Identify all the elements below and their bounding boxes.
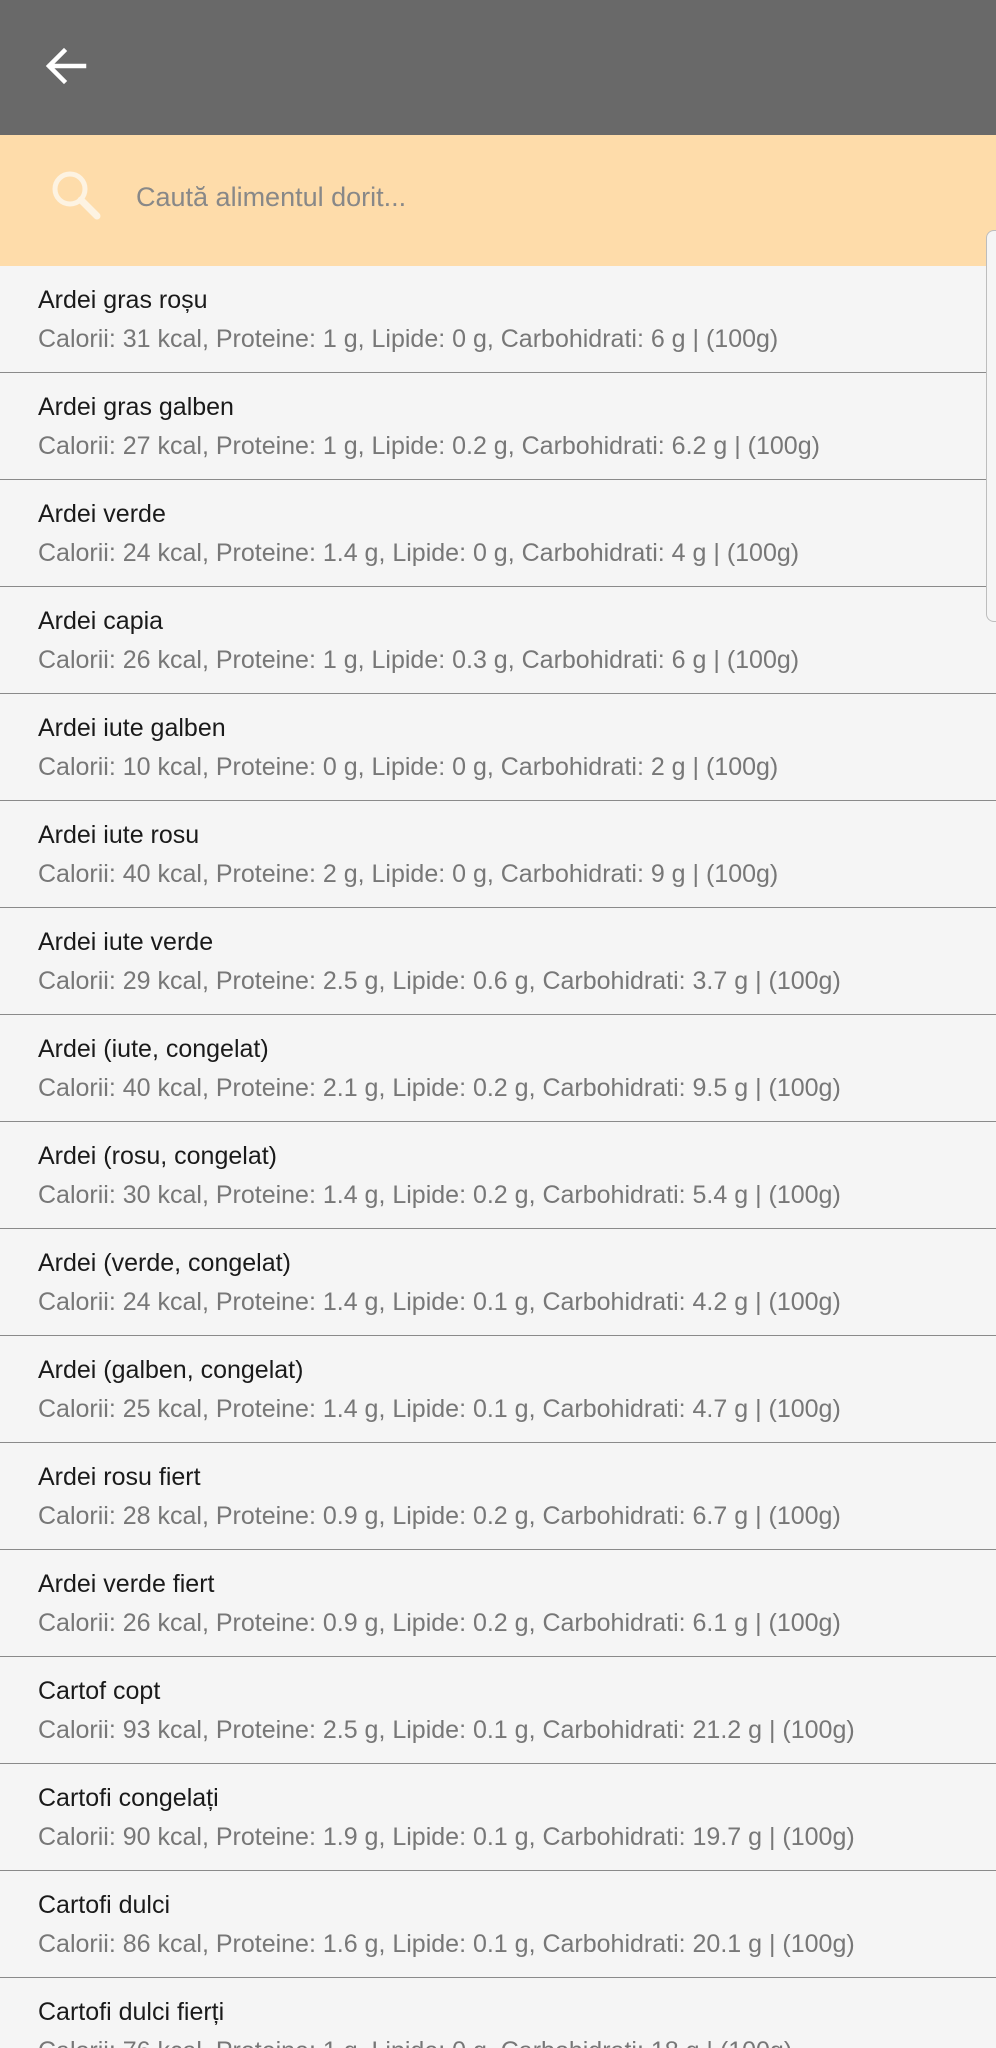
food-name: Cartofi dulci fierți bbox=[38, 1998, 225, 2026]
food-nutrition-info: Calorii: 40 kcal, Proteine: 2 g, Lipide:… bbox=[38, 860, 779, 888]
food-name: Ardei (rosu, congelat) bbox=[38, 1142, 278, 1170]
food-name: Ardei gras roșu bbox=[38, 286, 208, 314]
search-icon bbox=[52, 171, 101, 220]
food-nutrition-info: Calorii: 24 kcal, Proteine: 1.4 g, Lipid… bbox=[38, 539, 800, 567]
list-item[interactable]: Ardei gras galben Calorii: 27 kcal, Prote… bbox=[0, 373, 996, 480]
list-item[interactable]: Ardei rosu fiert Calorii: 28 kcal, Protei… bbox=[0, 1443, 996, 1550]
food-nutrition-info: Calorii: 90 kcal, Proteine: 1.9 g, Lipid… bbox=[38, 1823, 855, 1851]
food-nutrition-info: Calorii: 40 kcal, Proteine: 2.1 g, Lipid… bbox=[38, 1074, 841, 1102]
food-nutrition-info: Calorii: 76 kcal, Proteine: 1 g, Lipide:… bbox=[38, 2037, 792, 2048]
food-name: Cartofi dulci bbox=[38, 1891, 170, 1919]
food-nutrition-info: Calorii: 86 kcal, Proteine: 1.6 g, Lipid… bbox=[38, 1930, 855, 1958]
list-item[interactable]: Ardei (iute, congelat) Calorii: 40 kcal, … bbox=[0, 1015, 996, 1122]
food-name: Cartofi congelați bbox=[38, 1784, 219, 1812]
list-item[interactable]: Cartofi dulci Calorii: 86 kcal, Proteine:… bbox=[0, 1871, 996, 1978]
food-list[interactable]: Ardei gras roșu Calorii: 31 kcal, Protein… bbox=[0, 266, 996, 2048]
list-item[interactable]: Ardei (rosu, congelat) Calorii: 30 kcal, … bbox=[0, 1122, 996, 1229]
food-nutrition-info: Calorii: 29 kcal, Proteine: 2.5 g, Lipid… bbox=[38, 967, 841, 995]
search-input[interactable] bbox=[132, 161, 960, 233]
list-item[interactable]: Ardei capia Calorii: 26 kcal, Proteine: 1… bbox=[0, 587, 996, 694]
list-item[interactable]: Ardei iute rosu Calorii: 40 kcal, Protein… bbox=[0, 801, 996, 908]
search-bar bbox=[0, 135, 996, 266]
list-item[interactable]: Cartofi dulci fierți Calorii: 76 kcal, Pr… bbox=[0, 1978, 996, 2048]
food-name: Ardei capia bbox=[38, 607, 164, 635]
food-nutrition-info: Calorii: 27 kcal, Proteine: 1 g, Lipide:… bbox=[38, 432, 820, 460]
list-item[interactable]: Ardei iute verde Calorii: 29 kcal, Protei… bbox=[0, 908, 996, 1015]
app-bar bbox=[0, 0, 996, 135]
food-name: Ardei gras galben bbox=[38, 393, 234, 421]
food-name: Ardei iute rosu bbox=[38, 821, 200, 849]
arrow-left-icon bbox=[45, 47, 87, 85]
list-item[interactable]: Ardei gras roșu Calorii: 31 kcal, Protein… bbox=[0, 266, 996, 373]
food-name: Ardei iute verde bbox=[38, 928, 214, 956]
food-nutrition-info: Calorii: 25 kcal, Proteine: 1.4 g, Lipid… bbox=[38, 1395, 841, 1423]
list-item[interactable]: Ardei iute galben Calorii: 10 kcal, Prote… bbox=[0, 694, 996, 801]
list-item[interactable]: Cartof copt Calorii: 93 kcal, Proteine: 2… bbox=[0, 1657, 996, 1764]
list-item[interactable]: Cartofi congelați Calorii: 90 kcal, Prote… bbox=[0, 1764, 996, 1871]
food-name: Ardei (verde, congelat) bbox=[38, 1249, 291, 1277]
food-name: Cartof copt bbox=[38, 1677, 161, 1705]
list-item[interactable]: Ardei (galben, congelat) Calorii: 25 kcal… bbox=[0, 1336, 996, 1443]
food-nutrition-info: Calorii: 26 kcal, Proteine: 1 g, Lipide:… bbox=[38, 646, 800, 674]
back-button[interactable] bbox=[30, 30, 102, 102]
food-nutrition-info: Calorii: 28 kcal, Proteine: 0.9 g, Lipid… bbox=[38, 1502, 841, 1530]
food-name: Ardei (galben, congelat) bbox=[38, 1356, 304, 1384]
food-name: Ardei iute galben bbox=[38, 714, 226, 742]
food-nutrition-info: Calorii: 31 kcal, Proteine: 1 g, Lipide:… bbox=[38, 325, 779, 353]
food-name: Ardei verde bbox=[38, 500, 166, 528]
food-nutrition-info: Calorii: 93 kcal, Proteine: 2.5 g, Lipid… bbox=[38, 1716, 855, 1744]
food-nutrition-info: Calorii: 10 kcal, Proteine: 0 g, Lipide:… bbox=[38, 753, 779, 781]
list-item[interactable]: Ardei verde Calorii: 24 kcal, Proteine: 1… bbox=[0, 480, 996, 587]
list-item[interactable]: Ardei verde fiert Calorii: 26 kcal, Prote… bbox=[0, 1550, 996, 1657]
food-nutrition-info: Calorii: 24 kcal, Proteine: 1.4 g, Lipid… bbox=[38, 1288, 841, 1316]
food-nutrition-info: Calorii: 30 kcal, Proteine: 1.4 g, Lipid… bbox=[38, 1181, 841, 1209]
food-name: Ardei rosu fiert bbox=[38, 1463, 201, 1491]
food-name: Ardei (iute, congelat) bbox=[38, 1035, 269, 1063]
food-name: Ardei verde fiert bbox=[38, 1570, 215, 1598]
list-item[interactable]: Ardei (verde, congelat) Calorii: 24 kcal,… bbox=[0, 1229, 996, 1336]
food-nutrition-info: Calorii: 26 kcal, Proteine: 0.9 g, Lipid… bbox=[38, 1609, 841, 1637]
scroll-handle[interactable] bbox=[986, 230, 996, 622]
